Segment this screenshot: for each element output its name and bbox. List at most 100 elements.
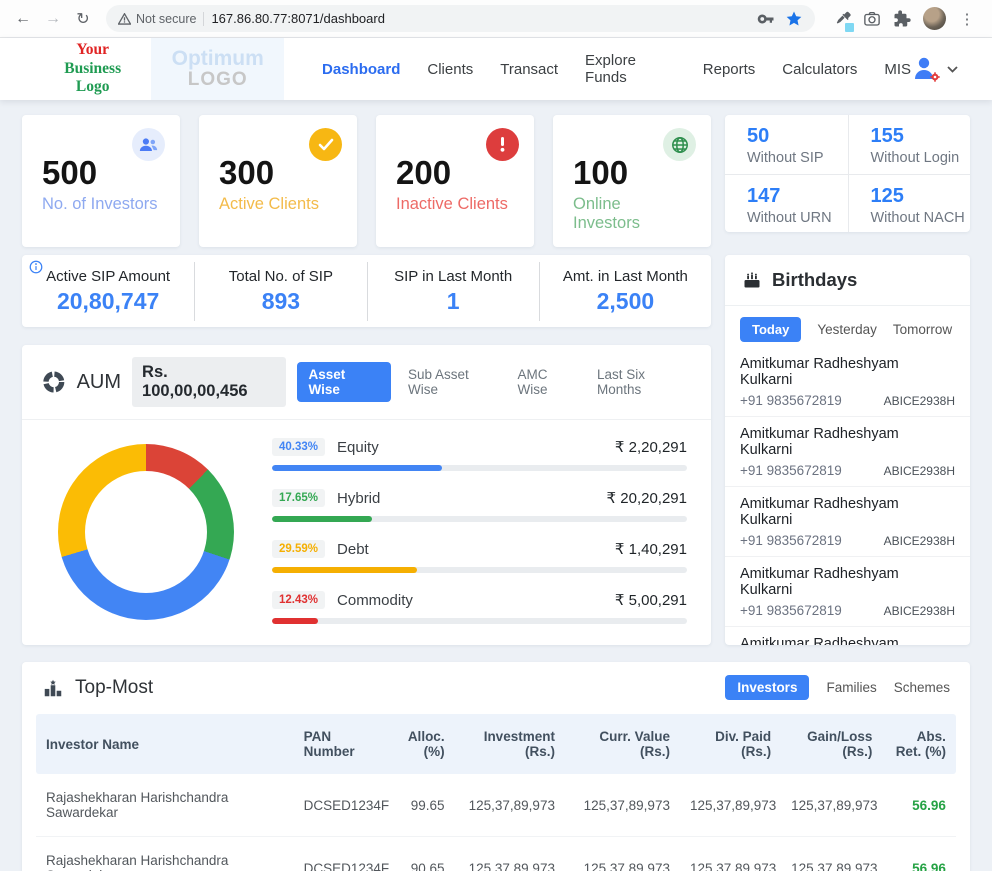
stat-label: No. of Investors — [42, 195, 160, 214]
birthday-tabs: Today Yesterday Tomorrow — [725, 306, 970, 347]
nav-calculators[interactable]: Calculators — [782, 61, 857, 78]
sip-stat-value: 2,500 — [540, 288, 711, 315]
asset-row: 17.65% Hybrid ₹ 20,20,291 — [272, 489, 687, 522]
extensions-icon[interactable] — [893, 10, 911, 28]
asset-name: Debt — [337, 541, 369, 558]
capture-badge — [845, 23, 854, 32]
stat-card[interactable]: 500 No. of Investors — [22, 115, 180, 247]
sip-stat-label: Active SIP Amount — [22, 268, 194, 285]
cell-gain-loss: 125,37,89,973 — [781, 782, 882, 829]
nav-dashboard[interactable]: Dashboard — [322, 61, 400, 78]
stat-card[interactable]: 200 Inactive Clients — [376, 115, 534, 247]
account-menu[interactable] — [911, 55, 958, 83]
tab-asset-wise[interactable]: Asset Wise — [297, 362, 391, 402]
col-header[interactable]: Gain/Loss (Rs.) — [781, 714, 882, 774]
tab-sub-asset-wise[interactable]: Sub Asset Wise — [408, 367, 501, 397]
forward-icon[interactable]: → — [40, 6, 66, 32]
cell-alloc: 90.65 — [390, 845, 454, 871]
user-gear-icon — [911, 55, 941, 83]
birthday-name: Amitkumar Radheshyam Kulkarni — [740, 566, 955, 598]
reload-icon[interactable]: ↻ — [70, 6, 96, 32]
birthday-entry[interactable]: Amitkumar Radheshyam Kulkarni +91 983567… — [725, 626, 970, 645]
url-text[interactable]: 167.86.80.77:8071/dashboard — [211, 11, 750, 26]
browser-profile-avatar[interactable] — [923, 7, 946, 30]
asset-name: Hybrid — [337, 490, 380, 507]
key-icon[interactable] — [757, 10, 775, 28]
people-icon — [132, 128, 165, 161]
birthdays-card: Birthdays Today Yesterday Tomorrow Amitk… — [725, 255, 970, 645]
browser-menu-icon[interactable]: ⋮ — [958, 10, 976, 28]
tab-last-six-months[interactable]: Last Six Months — [597, 367, 691, 397]
col-header[interactable]: Abs. Ret. (%) — [882, 714, 956, 774]
nav-explore-funds[interactable]: Explore Funds — [585, 52, 676, 86]
topmost-card: Top-Most Investors Families Schemes Inve… — [22, 662, 970, 871]
col-header[interactable]: PAN Number — [294, 714, 391, 774]
address-bar[interactable]: Not secure 167.86.80.77:8071/dashboard — [106, 5, 815, 32]
sip-stat: Active SIP Amount 20,80,747 — [22, 262, 194, 321]
nav-clients[interactable]: Clients — [427, 61, 473, 78]
cell-investor-name: Rajashekharan Harishchandra Sawardekar — [36, 837, 294, 871]
col-header[interactable]: Div. Paid (Rs.) — [680, 714, 781, 774]
topmost-title: Top-Most — [75, 677, 153, 699]
asset-value: ₹ 20,20,291 — [607, 489, 687, 507]
info-icon[interactable] — [29, 260, 43, 274]
aum-title: AUM — [77, 371, 121, 394]
stat-card[interactable]: 300 Active Clients — [199, 115, 357, 247]
birthday-list: Amitkumar Radheshyam Kulkarni +91 983567… — [725, 347, 970, 645]
asset-row: 29.59% Debt ₹ 1,40,291 — [272, 540, 687, 573]
col-header[interactable]: Curr. Value (Rs.) — [565, 714, 680, 774]
stat-cards: 500 No. of Investors 300 Active Clients … — [22, 115, 711, 232]
asset-bar — [272, 618, 687, 624]
stat-value: 200 — [396, 156, 514, 191]
nav-mis[interactable]: MIS — [884, 61, 911, 78]
without-value: 147 — [747, 185, 848, 208]
tab-today[interactable]: Today — [740, 317, 801, 342]
tab-schemes[interactable]: Schemes — [894, 680, 950, 695]
sip-stat-label: SIP in Last Month — [368, 268, 539, 285]
alert-icon — [486, 128, 519, 161]
camera-icon[interactable] — [863, 10, 881, 28]
cell-pan: DCSED1234F — [294, 782, 391, 829]
back-icon[interactable]: ← — [10, 6, 36, 32]
col-header[interactable]: Alloc. (%) — [390, 714, 454, 774]
tab-tomorrow[interactable]: Tomorrow — [893, 322, 952, 337]
sip-stat-label: Amt. in Last Month — [540, 268, 711, 285]
cell-div-paid: 125,37,89,973 — [680, 782, 781, 829]
sip-stat-value: 1 — [368, 288, 539, 315]
tab-families[interactable]: Families — [826, 680, 876, 695]
podium-icon — [42, 677, 64, 699]
eyedropper-icon[interactable] — [833, 10, 851, 28]
stat-label: Active Clients — [219, 195, 337, 214]
col-header[interactable]: Investment (Rs.) — [455, 714, 565, 774]
check-icon — [309, 128, 342, 161]
asset-pct-badge: 17.65% — [272, 489, 325, 507]
cell-curr-value: 125,37,89,973 — [565, 782, 680, 829]
sip-stat-value: 893 — [195, 288, 366, 315]
table-row[interactable]: Rajashekharan Harishchandra Sawardekar D… — [36, 774, 956, 837]
asset-bar-fill — [272, 465, 442, 471]
tab-amc-wise[interactable]: AMC Wise — [518, 367, 580, 397]
asset-bar-fill — [272, 567, 417, 573]
cell-abs-ret: 56.96 — [882, 845, 956, 871]
col-header[interactable]: Investor Name — [36, 722, 294, 767]
birthday-entry[interactable]: Amitkumar Radheshyam Kulkarni +91 983567… — [725, 347, 970, 416]
birthday-name: Amitkumar Radheshyam Kulkarni — [740, 636, 955, 645]
stat-card[interactable]: 100 Online Investors — [553, 115, 711, 247]
not-secure-label[interactable]: Not secure — [118, 12, 196, 26]
sip-stat: Amt. in Last Month 2,500 — [539, 262, 711, 321]
birthday-entry[interactable]: Amitkumar Radheshyam Kulkarni +91 983567… — [725, 416, 970, 486]
star-icon[interactable] — [785, 10, 803, 28]
birthday-entry[interactable]: Amitkumar Radheshyam Kulkarni +91 983567… — [725, 556, 970, 626]
topmost-tabs: Investors Families Schemes — [725, 675, 950, 700]
birthday-entry[interactable]: Amitkumar Radheshyam Kulkarni +91 983567… — [725, 486, 970, 556]
table-row[interactable]: Rajashekharan Harishchandra Sawardekar D… — [36, 837, 956, 871]
stat-value: 500 — [42, 156, 160, 191]
nav-reports[interactable]: Reports — [703, 61, 756, 78]
tab-yesterday[interactable]: Yesterday — [817, 322, 877, 337]
tab-investors[interactable]: Investors — [725, 675, 809, 700]
birthday-pan: ABICE2938H — [884, 534, 955, 548]
asset-row: 40.33% Equity ₹ 2,20,291 — [272, 438, 687, 471]
birthday-name: Amitkumar Radheshyam Kulkarni — [740, 496, 955, 528]
birthday-pan: ABICE2938H — [884, 464, 955, 478]
nav-transact[interactable]: Transact — [500, 61, 558, 78]
